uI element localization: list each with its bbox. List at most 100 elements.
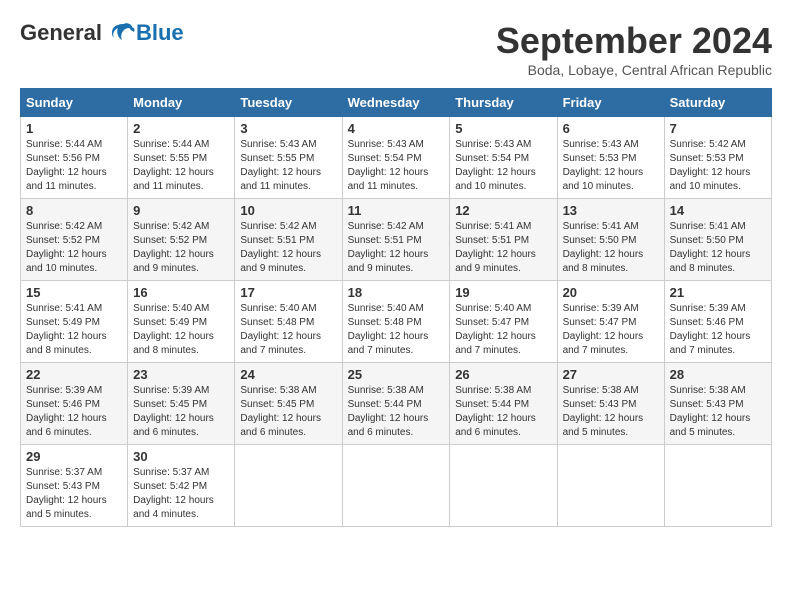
calendar-cell — [450, 445, 557, 527]
calendar-cell: 20 Sunrise: 5:39 AM Sunset: 5:47 PM Dayl… — [557, 281, 664, 363]
logo-general-text: General — [20, 20, 102, 46]
day-info: Sunrise: 5:42 AM Sunset: 5:52 PM Dayligh… — [26, 220, 122, 276]
page-header: General Blue September 2024 Boda, Lobaye… — [20, 20, 772, 78]
calendar-cell: 3 Sunrise: 5:43 AM Sunset: 5:55 PM Dayli… — [235, 117, 342, 199]
calendar-cell: 25 Sunrise: 5:38 AM Sunset: 5:44 PM Dayl… — [342, 363, 450, 445]
calendar-week-row: 29 Sunrise: 5:37 AM Sunset: 5:43 PM Dayl… — [21, 445, 772, 527]
calendar-cell: 18 Sunrise: 5:40 AM Sunset: 5:48 PM Dayl… — [342, 281, 450, 363]
calendar-cell: 10 Sunrise: 5:42 AM Sunset: 5:51 PM Dayl… — [235, 199, 342, 281]
day-number: 11 — [348, 203, 445, 218]
header-sunday: Sunday — [21, 89, 128, 117]
day-info: Sunrise: 5:40 AM Sunset: 5:49 PM Dayligh… — [133, 302, 229, 358]
day-info: Sunrise: 5:38 AM Sunset: 5:44 PM Dayligh… — [455, 384, 551, 440]
calendar-cell: 21 Sunrise: 5:39 AM Sunset: 5:46 PM Dayl… — [664, 281, 771, 363]
day-number: 17 — [240, 285, 336, 300]
day-info: Sunrise: 5:42 AM Sunset: 5:51 PM Dayligh… — [240, 220, 336, 276]
day-info: Sunrise: 5:44 AM Sunset: 5:55 PM Dayligh… — [133, 138, 229, 194]
calendar-cell: 28 Sunrise: 5:38 AM Sunset: 5:43 PM Dayl… — [664, 363, 771, 445]
calendar-cell — [235, 445, 342, 527]
day-number: 8 — [26, 203, 122, 218]
day-number: 2 — [133, 121, 229, 136]
day-info: Sunrise: 5:41 AM Sunset: 5:50 PM Dayligh… — [563, 220, 659, 276]
day-info: Sunrise: 5:41 AM Sunset: 5:49 PM Dayligh… — [26, 302, 122, 358]
calendar-header-row: SundayMondayTuesdayWednesdayThursdayFrid… — [21, 89, 772, 117]
calendar-cell — [664, 445, 771, 527]
day-number: 4 — [348, 121, 445, 136]
header-wednesday: Wednesday — [342, 89, 450, 117]
calendar-cell: 30 Sunrise: 5:37 AM Sunset: 5:42 PM Dayl… — [128, 445, 235, 527]
calendar-cell: 22 Sunrise: 5:39 AM Sunset: 5:46 PM Dayl… — [21, 363, 128, 445]
day-info: Sunrise: 5:43 AM Sunset: 5:55 PM Dayligh… — [240, 138, 336, 194]
calendar-cell: 8 Sunrise: 5:42 AM Sunset: 5:52 PM Dayli… — [21, 199, 128, 281]
day-info: Sunrise: 5:43 AM Sunset: 5:54 PM Dayligh… — [348, 138, 445, 194]
day-info: Sunrise: 5:42 AM Sunset: 5:51 PM Dayligh… — [348, 220, 445, 276]
day-info: Sunrise: 5:39 AM Sunset: 5:46 PM Dayligh… — [670, 302, 766, 358]
calendar-cell: 14 Sunrise: 5:41 AM Sunset: 5:50 PM Dayl… — [664, 199, 771, 281]
day-info: Sunrise: 5:37 AM Sunset: 5:43 PM Dayligh… — [26, 466, 122, 522]
calendar-cell: 2 Sunrise: 5:44 AM Sunset: 5:55 PM Dayli… — [128, 117, 235, 199]
header-monday: Monday — [128, 89, 235, 117]
calendar-week-row: 1 Sunrise: 5:44 AM Sunset: 5:56 PM Dayli… — [21, 117, 772, 199]
calendar-cell: 12 Sunrise: 5:41 AM Sunset: 5:51 PM Dayl… — [450, 199, 557, 281]
day-number: 13 — [563, 203, 659, 218]
calendar-cell: 7 Sunrise: 5:42 AM Sunset: 5:53 PM Dayli… — [664, 117, 771, 199]
calendar-cell: 29 Sunrise: 5:37 AM Sunset: 5:43 PM Dayl… — [21, 445, 128, 527]
calendar-cell: 1 Sunrise: 5:44 AM Sunset: 5:56 PM Dayli… — [21, 117, 128, 199]
day-number: 9 — [133, 203, 229, 218]
calendar-table: SundayMondayTuesdayWednesdayThursdayFrid… — [20, 88, 772, 527]
header-friday: Friday — [557, 89, 664, 117]
day-number: 21 — [670, 285, 766, 300]
day-number: 30 — [133, 449, 229, 464]
calendar-cell: 24 Sunrise: 5:38 AM Sunset: 5:45 PM Dayl… — [235, 363, 342, 445]
calendar-cell: 13 Sunrise: 5:41 AM Sunset: 5:50 PM Dayl… — [557, 199, 664, 281]
day-number: 28 — [670, 367, 766, 382]
day-number: 6 — [563, 121, 659, 136]
calendar-cell: 6 Sunrise: 5:43 AM Sunset: 5:53 PM Dayli… — [557, 117, 664, 199]
header-saturday: Saturday — [664, 89, 771, 117]
day-number: 27 — [563, 367, 659, 382]
day-number: 29 — [26, 449, 122, 464]
day-info: Sunrise: 5:38 AM Sunset: 5:43 PM Dayligh… — [670, 384, 766, 440]
calendar-week-row: 8 Sunrise: 5:42 AM Sunset: 5:52 PM Dayli… — [21, 199, 772, 281]
day-info: Sunrise: 5:39 AM Sunset: 5:46 PM Dayligh… — [26, 384, 122, 440]
month-title: September 2024 — [496, 20, 772, 62]
day-number: 14 — [670, 203, 766, 218]
day-info: Sunrise: 5:38 AM Sunset: 5:45 PM Dayligh… — [240, 384, 336, 440]
calendar-cell: 17 Sunrise: 5:40 AM Sunset: 5:48 PM Dayl… — [235, 281, 342, 363]
day-number: 20 — [563, 285, 659, 300]
header-thursday: Thursday — [450, 89, 557, 117]
day-info: Sunrise: 5:37 AM Sunset: 5:42 PM Dayligh… — [133, 466, 229, 522]
location-subtitle: Boda, Lobaye, Central African Republic — [496, 62, 772, 78]
day-number: 24 — [240, 367, 336, 382]
calendar-cell: 15 Sunrise: 5:41 AM Sunset: 5:49 PM Dayl… — [21, 281, 128, 363]
day-number: 19 — [455, 285, 551, 300]
title-block: September 2024 Boda, Lobaye, Central Afr… — [496, 20, 772, 78]
day-info: Sunrise: 5:40 AM Sunset: 5:48 PM Dayligh… — [240, 302, 336, 358]
calendar-cell: 23 Sunrise: 5:39 AM Sunset: 5:45 PM Dayl… — [128, 363, 235, 445]
calendar-cell — [342, 445, 450, 527]
calendar-week-row: 15 Sunrise: 5:41 AM Sunset: 5:49 PM Dayl… — [21, 281, 772, 363]
calendar-cell: 9 Sunrise: 5:42 AM Sunset: 5:52 PM Dayli… — [128, 199, 235, 281]
day-info: Sunrise: 5:39 AM Sunset: 5:47 PM Dayligh… — [563, 302, 659, 358]
calendar-cell: 27 Sunrise: 5:38 AM Sunset: 5:43 PM Dayl… — [557, 363, 664, 445]
calendar-cell: 5 Sunrise: 5:43 AM Sunset: 5:54 PM Dayli… — [450, 117, 557, 199]
day-info: Sunrise: 5:41 AM Sunset: 5:50 PM Dayligh… — [670, 220, 766, 276]
day-info: Sunrise: 5:38 AM Sunset: 5:44 PM Dayligh… — [348, 384, 445, 440]
day-info: Sunrise: 5:40 AM Sunset: 5:48 PM Dayligh… — [348, 302, 445, 358]
day-info: Sunrise: 5:39 AM Sunset: 5:45 PM Dayligh… — [133, 384, 229, 440]
calendar-cell: 19 Sunrise: 5:40 AM Sunset: 5:47 PM Dayl… — [450, 281, 557, 363]
day-number: 22 — [26, 367, 122, 382]
day-number: 16 — [133, 285, 229, 300]
calendar-cell: 16 Sunrise: 5:40 AM Sunset: 5:49 PM Dayl… — [128, 281, 235, 363]
day-number: 10 — [240, 203, 336, 218]
day-number: 18 — [348, 285, 445, 300]
day-number: 25 — [348, 367, 445, 382]
day-info: Sunrise: 5:44 AM Sunset: 5:56 PM Dayligh… — [26, 138, 122, 194]
calendar-cell: 11 Sunrise: 5:42 AM Sunset: 5:51 PM Dayl… — [342, 199, 450, 281]
day-number: 5 — [455, 121, 551, 136]
day-number: 15 — [26, 285, 122, 300]
day-number: 23 — [133, 367, 229, 382]
calendar-week-row: 22 Sunrise: 5:39 AM Sunset: 5:46 PM Dayl… — [21, 363, 772, 445]
calendar-cell — [557, 445, 664, 527]
day-info: Sunrise: 5:42 AM Sunset: 5:52 PM Dayligh… — [133, 220, 229, 276]
